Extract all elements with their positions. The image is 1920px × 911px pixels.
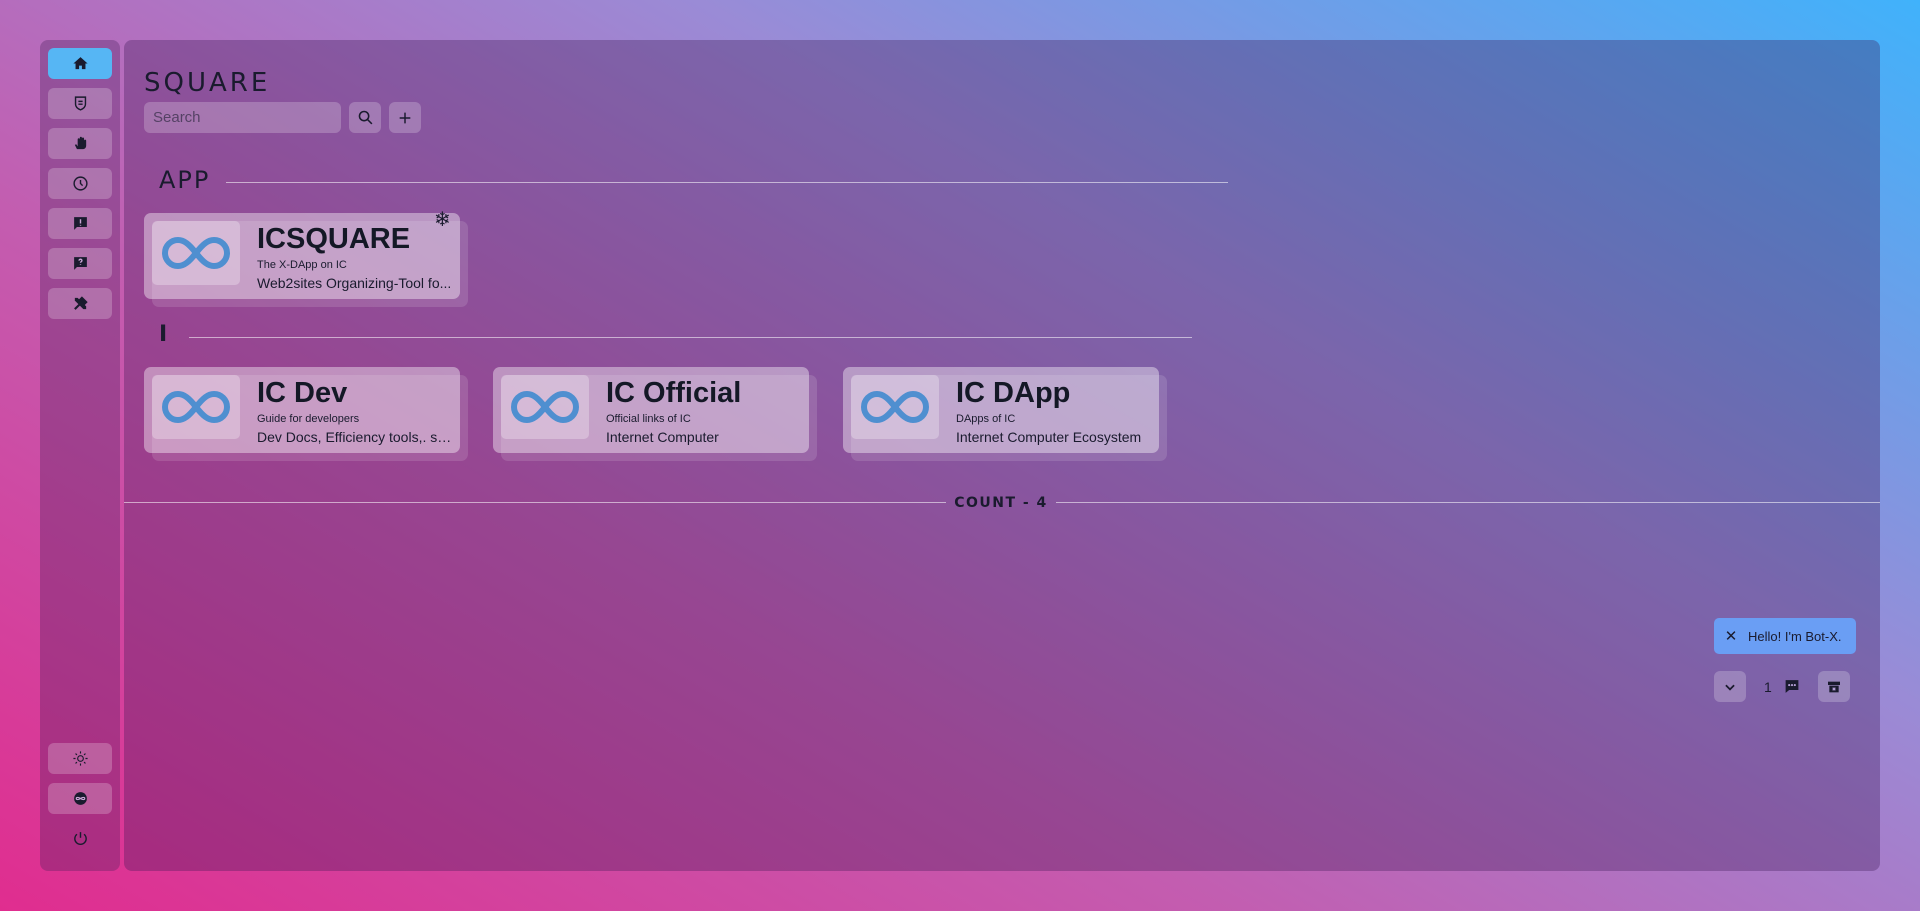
nav-help-button[interactable]: [48, 248, 112, 279]
infinity-icon: [162, 390, 230, 424]
card-body[interactable]: IC Official Official links of IC Interne…: [493, 367, 809, 453]
power-icon: [73, 832, 87, 845]
ic-button[interactable]: [48, 783, 112, 814]
shield-icon: [74, 96, 86, 111]
plus-icon: [399, 112, 411, 123]
sidebar: [40, 40, 120, 871]
count-label: COUNT - 4: [954, 495, 1048, 511]
infinity-icon: [73, 792, 87, 805]
card-subtitle: Official links of IC: [606, 413, 691, 425]
card-subtitle: DApps of IC: [956, 413, 1016, 425]
bot-collapse-button[interactable]: [1714, 671, 1746, 702]
snowflake-icon[interactable]: ❄: [434, 207, 451, 232]
nav-feedback-button[interactable]: [48, 208, 112, 239]
card-body[interactable]: IC Dev Guide for developers Dev Docs, Ef…: [144, 367, 460, 453]
chevron-down-icon: [1725, 684, 1735, 691]
app-card-ic-dapp[interactable]: IC DApp DApps of IC Internet Computer Ec…: [843, 367, 1167, 461]
app-logo: SQUARE: [144, 68, 271, 98]
card-thumbnail: [152, 221, 240, 285]
app-card-icsquare[interactable]: ICSQUARE The X-DApp on IC Web2sites Orga…: [144, 209, 468, 307]
bot-clear-button[interactable]: [1818, 671, 1850, 702]
card-description: Web2sites Organizing-Tool fo...: [257, 275, 452, 291]
search-icon: [358, 110, 372, 125]
card-description: Dev Docs, Efficiency tools,. sp...: [257, 429, 453, 445]
card-subtitle: The X-DApp on IC: [257, 259, 347, 271]
card-description: Internet Computer: [606, 429, 719, 445]
section-title-app: APP: [159, 166, 211, 194]
app-card-ic-official[interactable]: IC Official Official links of IC Interne…: [493, 367, 817, 461]
card-thumbnail: [501, 375, 589, 439]
nav-tools-button[interactable]: [48, 288, 112, 319]
alert-message-icon: [73, 217, 87, 230]
bot-greeting-bubble: ✕ Hello! I'm Bot-X.: [1714, 618, 1856, 654]
card-subtitle: Guide for developers: [257, 413, 360, 425]
section-title-i: I: [159, 322, 170, 347]
main-panel: SQUARE APP ICSQUARE The X-DApp on IC Web…: [124, 40, 1880, 871]
infinity-icon: [511, 390, 579, 424]
card-title: IC Dev: [257, 377, 348, 409]
hand-icon: [74, 136, 86, 150]
card-thumbnail: [152, 375, 240, 439]
nav-home-button[interactable]: [48, 48, 112, 79]
infinity-icon: [861, 390, 929, 424]
search-input[interactable]: [144, 102, 341, 133]
nav-hand-button[interactable]: [48, 128, 112, 159]
theme-toggle-button[interactable]: [48, 743, 112, 774]
help-message-icon: [73, 257, 87, 270]
sun-icon: [72, 751, 88, 766]
card-thumbnail: [851, 375, 939, 439]
section-divider: [189, 337, 1192, 338]
nav-history-button[interactable]: [48, 168, 112, 199]
card-description: Internet Computer Ecosystem: [956, 429, 1142, 445]
card-title: ICSQUARE: [257, 223, 411, 255]
card-body[interactable]: IC DApp DApps of IC Internet Computer Ec…: [843, 367, 1159, 453]
archive-x-icon: [1828, 681, 1840, 692]
message-count: 1: [1764, 679, 1772, 695]
app-card-ic-dev[interactable]: IC Dev Guide for developers Dev Docs, Ef…: [144, 367, 468, 461]
count-divider-right: [1056, 502, 1880, 503]
logout-button[interactable]: [48, 823, 112, 854]
tools-icon: [73, 296, 88, 310]
card-title: IC DApp: [956, 377, 1071, 409]
card-body[interactable]: ICSQUARE The X-DApp on IC Web2sites Orga…: [144, 209, 460, 299]
close-icon[interactable]: ✕: [1714, 627, 1748, 645]
clock-icon: [72, 176, 88, 191]
add-button[interactable]: [389, 102, 421, 133]
card-title: IC Official: [606, 377, 742, 409]
bot-greeting-text: Hello! I'm Bot-X.: [1748, 628, 1842, 644]
section-divider: [226, 182, 1228, 183]
chat-bubble-icon[interactable]: [1783, 678, 1801, 700]
nav-shield-button[interactable]: [48, 88, 112, 119]
count-divider-left: [124, 502, 946, 503]
infinity-icon: [162, 236, 230, 270]
home-icon: [72, 57, 88, 70]
search-button[interactable]: [349, 102, 381, 133]
